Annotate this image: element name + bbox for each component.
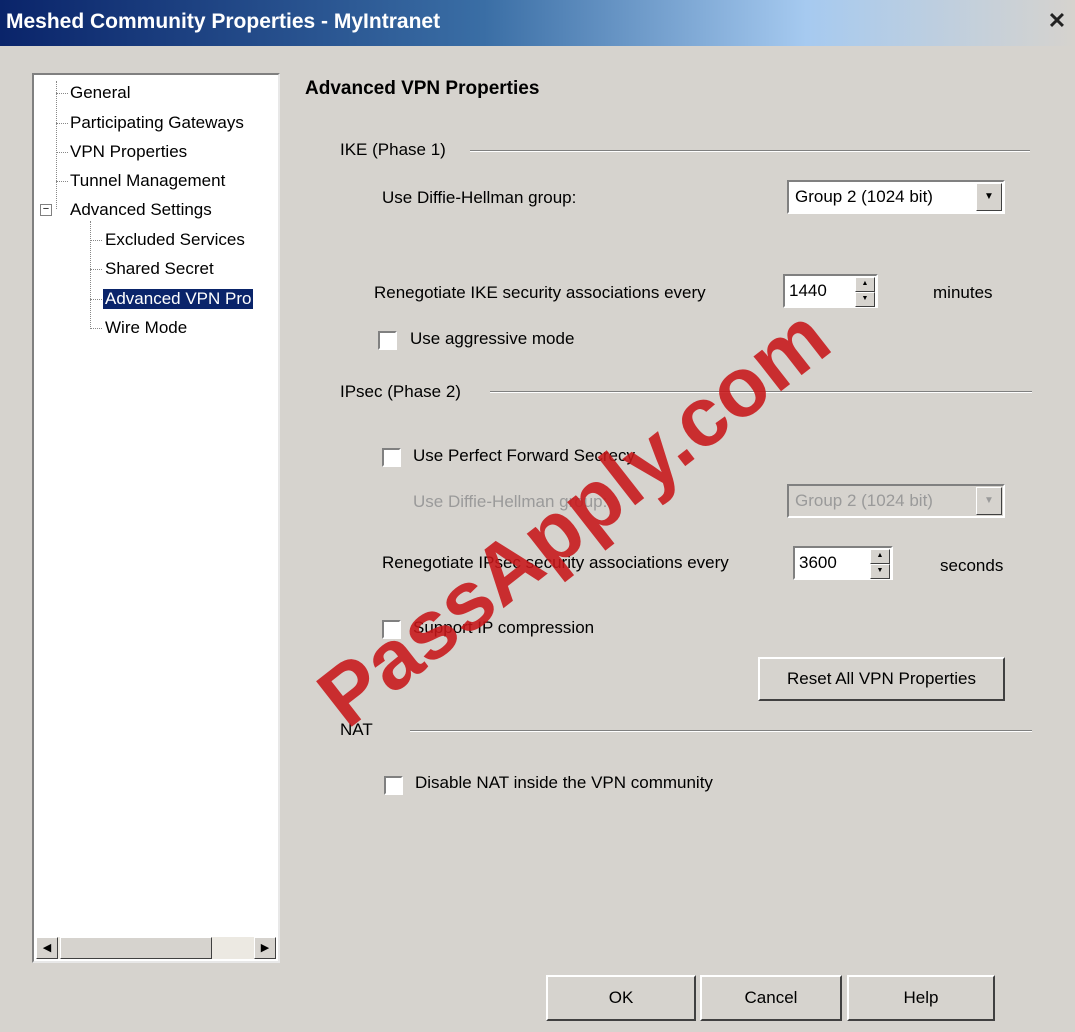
spin-buttons[interactable]: ▲ ▼ [855,277,875,307]
ipsec-renegotiate-label: Renegotiate IPsec security associations … [382,553,729,572]
ipsec-renegotiate-unit: seconds [940,556,1004,575]
tree-connector [56,152,68,153]
tree-connector [90,221,91,329]
ike-renegotiate-value[interactable]: 1440 [789,281,827,300]
spin-up-icon[interactable]: ▲ [870,549,890,564]
tree-item-advanced-settings[interactable]: Advanced Settings [70,200,212,220]
ike-renegotiate-stepper[interactable]: 1440 ▲ ▼ [783,274,878,308]
tree-item-wire-mode[interactable]: Wire Mode [105,318,187,338]
ike-renegotiate-label: Renegotiate IKE security associations ev… [374,283,706,302]
ipsec-renegotiate-value[interactable]: 3600 [799,553,837,572]
chevron-down-icon[interactable]: ▼ [976,487,1002,515]
tree-item-advanced-vpn-properties[interactable]: Advanced VPN Pro [103,289,254,309]
aggressive-mode-label[interactable]: Use aggressive mode [410,329,574,349]
ipsec-renegotiate-stepper[interactable]: 3600 ▲ ▼ [793,546,893,580]
ike-dh-group-select[interactable]: Group 2 (1024 bit) ▼ [787,180,1005,214]
spin-down-icon[interactable]: ▼ [855,292,875,307]
tree-connector [90,328,102,329]
tree-item-shared-secret[interactable]: Shared Secret [105,259,214,279]
disable-nat-checkbox[interactable] [384,776,403,795]
pfs-dh-group-value: Group 2 (1024 bit) [795,491,933,510]
ip-compression-label[interactable]: Support IP compression [413,618,594,638]
settings-tree: General Participating Gateways VPN Prope… [32,73,280,963]
ok-button[interactable]: OK [546,975,696,1021]
tree-connector [56,123,68,124]
tree-item-general[interactable]: General [70,83,130,103]
spin-buttons[interactable]: ▲ ▼ [870,549,890,579]
tree-connector [90,269,102,270]
panel-heading: Advanced VPN Properties [305,78,540,99]
tree-connector [56,181,68,182]
reset-vpn-properties-button[interactable]: Reset All VPN Properties [758,657,1005,701]
spin-up-icon[interactable]: ▲ [855,277,875,292]
ike-dh-label: Use Diffie-Hellman group: [382,188,577,207]
spin-down-icon[interactable]: ▼ [870,564,890,579]
title-bar: Meshed Community Properties - MyIntranet… [0,0,1075,46]
disable-nat-label[interactable]: Disable NAT inside the VPN community [415,773,713,793]
tree-item-vpn-properties[interactable]: VPN Properties [70,142,187,162]
pfs-label[interactable]: Use Perfect Forward Secrecy [413,446,635,466]
tree-connector [56,93,68,94]
ip-compression-checkbox[interactable] [382,620,401,639]
ike-renegotiate-unit: minutes [933,283,993,302]
scroll-right-icon[interactable]: ▶ [254,937,276,959]
aggressive-mode-checkbox[interactable] [378,331,397,350]
help-button[interactable]: Help [847,975,995,1021]
nat-group-divider [410,730,1032,732]
tree-connector [90,240,102,241]
ike-group-divider [470,150,1030,152]
scroll-left-icon[interactable]: ◀ [36,937,58,959]
pfs-dh-group-select[interactable]: Group 2 (1024 bit) ▼ [787,484,1005,518]
ike-dh-group-value: Group 2 (1024 bit) [795,187,933,206]
ipsec-group-divider [490,391,1032,393]
tree-item-tunnel-management[interactable]: Tunnel Management [70,171,225,191]
window-title: Meshed Community Properties - MyIntranet [6,10,441,33]
collapse-icon[interactable]: − [40,204,52,216]
ipsec-group-label: IPsec (Phase 2) [340,382,461,401]
ike-group-label: IKE (Phase 1) [340,140,446,159]
close-icon[interactable]: ✕ [1045,10,1069,34]
nat-group-label: NAT [340,720,373,739]
tree-item-excluded-services[interactable]: Excluded Services [105,230,245,250]
tree-connector [56,81,57,209]
tree-horizontal-scrollbar[interactable]: ◀ ▶ [36,937,276,959]
tree-item-participating-gateways[interactable]: Participating Gateways [70,113,244,133]
chevron-down-icon[interactable]: ▼ [976,183,1002,211]
tree-connector [90,299,102,300]
scroll-thumb[interactable] [60,937,212,959]
pfs-dh-label: Use Diffie-Hellman group: [413,492,608,511]
cancel-button[interactable]: Cancel [700,975,842,1021]
pfs-checkbox[interactable] [382,448,401,467]
